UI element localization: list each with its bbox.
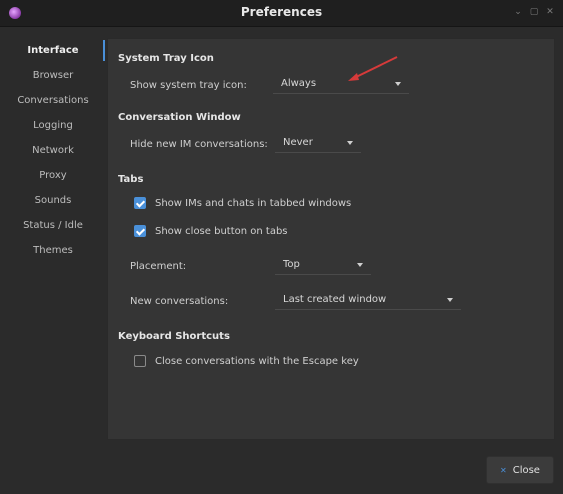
- show-ims-tabbed-checkbox[interactable]: [134, 197, 146, 209]
- keyboard-shortcuts-heading: Keyboard Shortcuts: [118, 331, 230, 342]
- close-icon: ✕: [500, 465, 507, 475]
- show-ims-tabbed-row[interactable]: Show IMs and chats in tabbed windows: [134, 195, 351, 211]
- escape-close-checkbox[interactable]: [134, 355, 146, 367]
- close-window-button[interactable]: ✕: [545, 6, 555, 18]
- sidebar-item-browser[interactable]: Browser: [0, 63, 106, 88]
- show-close-button-label: Show close button on tabs: [155, 225, 288, 237]
- system-tray-select[interactable]: Always: [273, 75, 409, 94]
- show-ims-tabbed-label: Show IMs and chats in tabbed windows: [155, 197, 352, 209]
- show-close-button-checkbox[interactable]: [134, 225, 146, 237]
- sidebar-item-interface[interactable]: Interface: [0, 38, 106, 63]
- sidebar-item-logging[interactable]: Logging: [0, 113, 106, 138]
- new-conversations-select-value: Last created window: [283, 294, 387, 305]
- new-conversations-label: New conversations:: [130, 296, 229, 307]
- sidebar-item-sounds[interactable]: Sounds: [0, 188, 106, 213]
- hide-new-im-label: Hide new IM conversations:: [130, 139, 268, 150]
- system-tray-select-value: Always: [281, 78, 317, 89]
- close-button-label: Close: [512, 464, 540, 476]
- chevron-down-icon: [447, 298, 453, 302]
- hide-new-im-select[interactable]: Never: [275, 134, 361, 153]
- conversation-window-heading: Conversation Window: [118, 112, 241, 123]
- chevron-down-icon: [357, 263, 363, 267]
- new-conversations-select[interactable]: Last created window: [275, 291, 461, 310]
- sidebar-item-proxy[interactable]: Proxy: [0, 163, 106, 188]
- placement-select[interactable]: Top: [275, 256, 371, 275]
- escape-close-label: Close conversations with the Escape key: [155, 355, 359, 367]
- system-tray-heading: System Tray Icon: [118, 53, 214, 64]
- window-title: Preferences: [240, 5, 323, 19]
- placement-select-value: Top: [283, 259, 300, 270]
- tabs-heading: Tabs: [118, 174, 144, 185]
- system-tray-label: Show system tray icon:: [130, 80, 247, 91]
- sidebar-item-conversations[interactable]: Conversations: [0, 88, 106, 113]
- sidebar-item-status-idle[interactable]: Status / Idle: [0, 213, 106, 238]
- sidebar-item-network[interactable]: Network: [0, 138, 106, 163]
- window-controls: ⌄ ▢ ✕: [513, 6, 555, 18]
- show-close-button-row[interactable]: Show close button on tabs: [134, 223, 288, 239]
- interface-panel: System Tray Icon Show system tray icon: …: [107, 38, 555, 440]
- chevron-down-icon: [395, 82, 401, 86]
- placement-label: Placement:: [130, 261, 187, 272]
- close-button[interactable]: ✕ Close: [486, 456, 554, 484]
- minimize-button[interactable]: ⌄: [513, 6, 523, 18]
- chevron-down-icon: [347, 141, 353, 145]
- title-bar: Preferences ⌄ ▢ ✕: [0, 0, 563, 27]
- maximize-button[interactable]: ▢: [529, 6, 539, 18]
- hide-new-im-select-value: Never: [283, 137, 313, 148]
- sidebar-item-themes[interactable]: Themes: [0, 238, 106, 263]
- preferences-sidebar: Interface Browser Conversations Logging …: [0, 38, 106, 438]
- escape-close-row[interactable]: Close conversations with the Escape key: [134, 353, 359, 369]
